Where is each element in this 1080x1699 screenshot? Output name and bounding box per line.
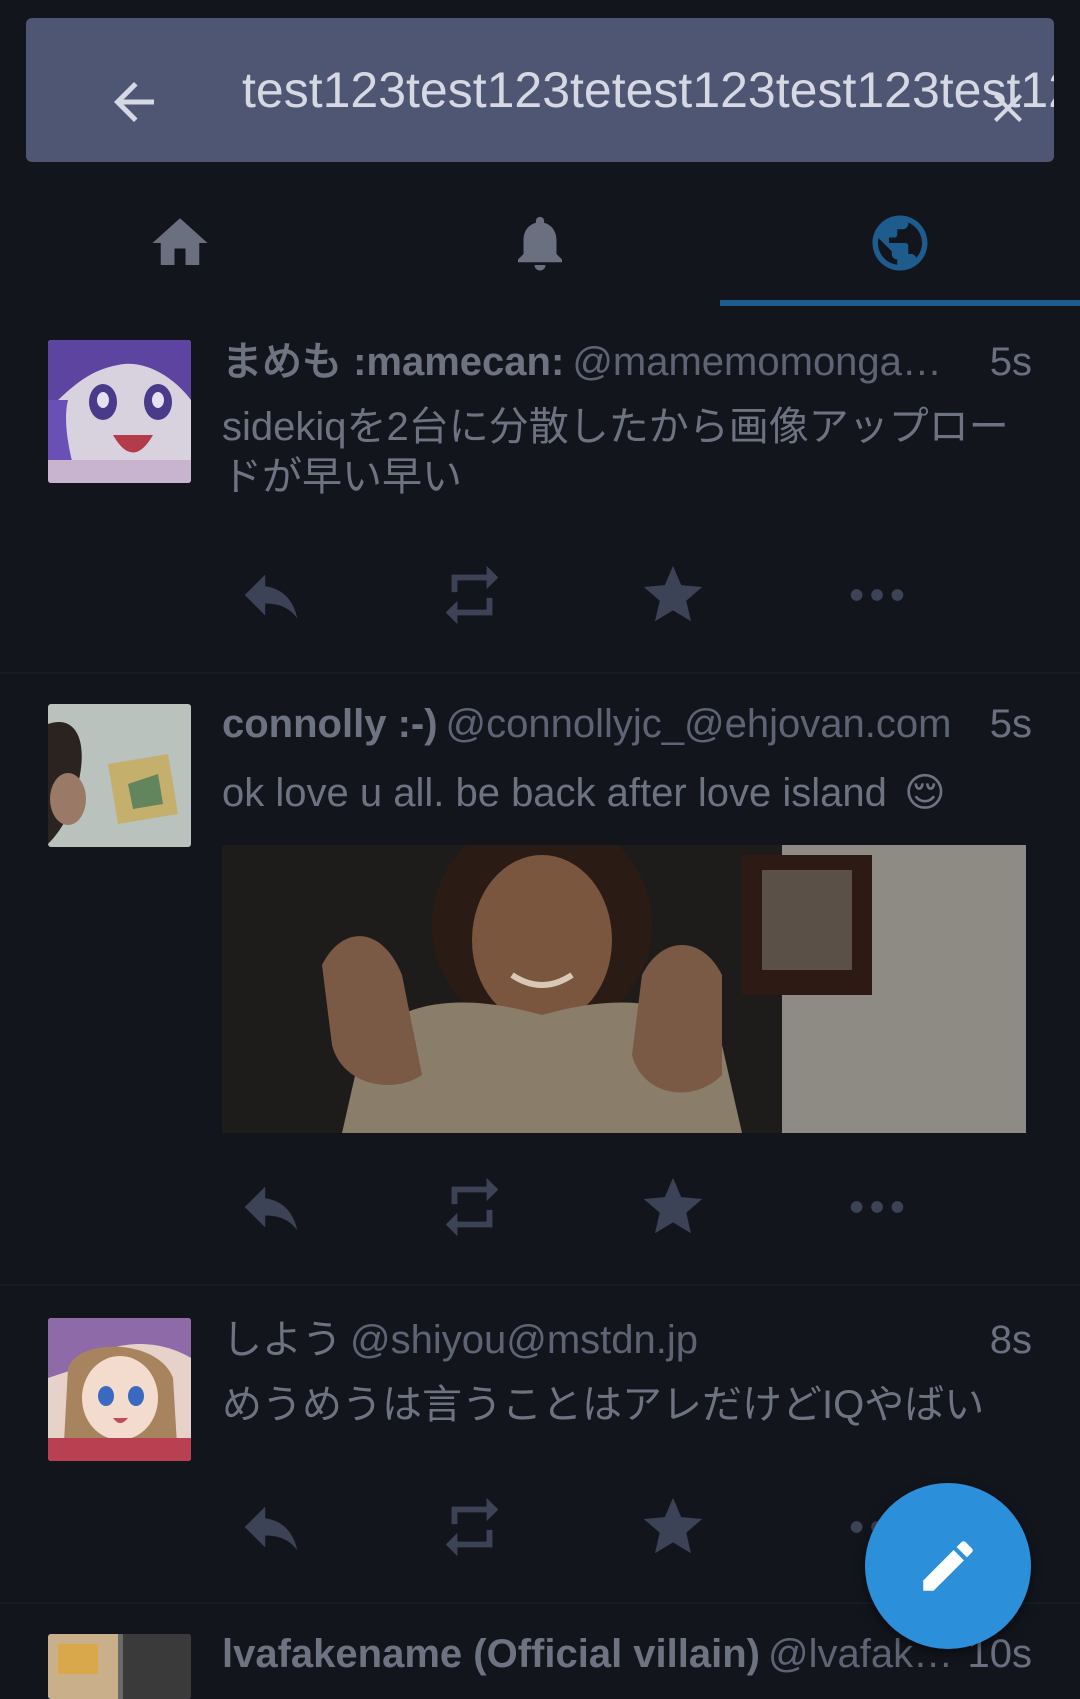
handle[interactable]: @mamemomonga… — [572, 340, 942, 384]
status-header: しよう @shiyou@mstdn.jp 8s — [222, 1312, 1032, 1368]
arrow-back-icon[interactable] — [104, 72, 164, 132]
reply-icon[interactable] — [236, 1492, 306, 1562]
boost-icon[interactable] — [437, 560, 507, 630]
more-icon[interactable] — [842, 560, 912, 630]
globe-icon — [872, 215, 928, 271]
search-input[interactable]: test123test123tetest123test123test123te — [242, 58, 1054, 122]
handle[interactable]: @connollyjc_@ehjovan.com — [446, 702, 952, 746]
favourite-icon[interactable] — [638, 1172, 708, 1242]
search-bar: test123test123tetest123test123test123te — [26, 18, 1054, 162]
tab-home[interactable] — [0, 180, 360, 306]
media-attachment[interactable] — [222, 845, 1026, 1133]
status-content: sidekiqを2台に分散したから画像アップロードが早い早い — [222, 405, 1009, 499]
timestamp[interactable]: 5s — [977, 696, 1032, 752]
boost-icon[interactable] — [437, 1492, 507, 1562]
favourite-icon[interactable] — [638, 1492, 708, 1562]
display-name[interactable]: connolly :-) — [222, 702, 438, 746]
handle[interactable]: @shiyou@mstdn.jp — [350, 1318, 698, 1362]
avatar[interactable] — [48, 1634, 191, 1699]
status-item[interactable]: connolly :-) @connollyjc_@ehjovan.com 5s … — [0, 672, 1080, 1286]
status-header: connolly :-) @connollyjc_@ehjovan.com 5s — [222, 696, 1032, 752]
boost-icon[interactable] — [437, 1172, 507, 1242]
tab-bar — [0, 180, 1080, 306]
reply-icon[interactable] — [236, 1172, 306, 1242]
timestamp[interactable]: 8s — [977, 1312, 1032, 1368]
status-header: まめも :mamecan: @mamemomonga… 5s — [222, 334, 1032, 390]
status-text: ok love u all. be back after love island — [222, 771, 887, 815]
avatar[interactable] — [48, 1318, 191, 1461]
compose-button[interactable] — [865, 1483, 1031, 1649]
home-icon — [152, 218, 208, 265]
relieved-emoji: 😌 — [903, 771, 946, 815]
avatar[interactable] — [48, 704, 191, 847]
tab-notifications[interactable] — [360, 180, 720, 306]
avatar[interactable] — [48, 340, 191, 483]
display-name[interactable]: lvafakename (Official villain) — [222, 1632, 760, 1676]
timestamp[interactable]: 5s — [977, 334, 1032, 390]
status-item[interactable]: まめも :mamecan: @mamemomonga… 5s sidekiqを2台… — [0, 306, 1080, 674]
display-name[interactable]: しよう — [222, 1318, 342, 1362]
reply-icon[interactable] — [236, 560, 306, 630]
bell-icon — [518, 216, 562, 271]
tab-federated[interactable] — [720, 180, 1080, 306]
status-content: ok love u all. be back after love island… — [222, 768, 1020, 818]
close-icon[interactable] — [984, 84, 1032, 132]
status-content: めうめうは言うことはアレだけどIQやばい — [222, 1383, 985, 1427]
favourite-icon[interactable] — [638, 560, 708, 630]
more-icon[interactable] — [842, 1172, 912, 1242]
display-name[interactable]: まめも :mamecan: — [222, 340, 564, 384]
pencil-icon — [923, 1541, 973, 1591]
